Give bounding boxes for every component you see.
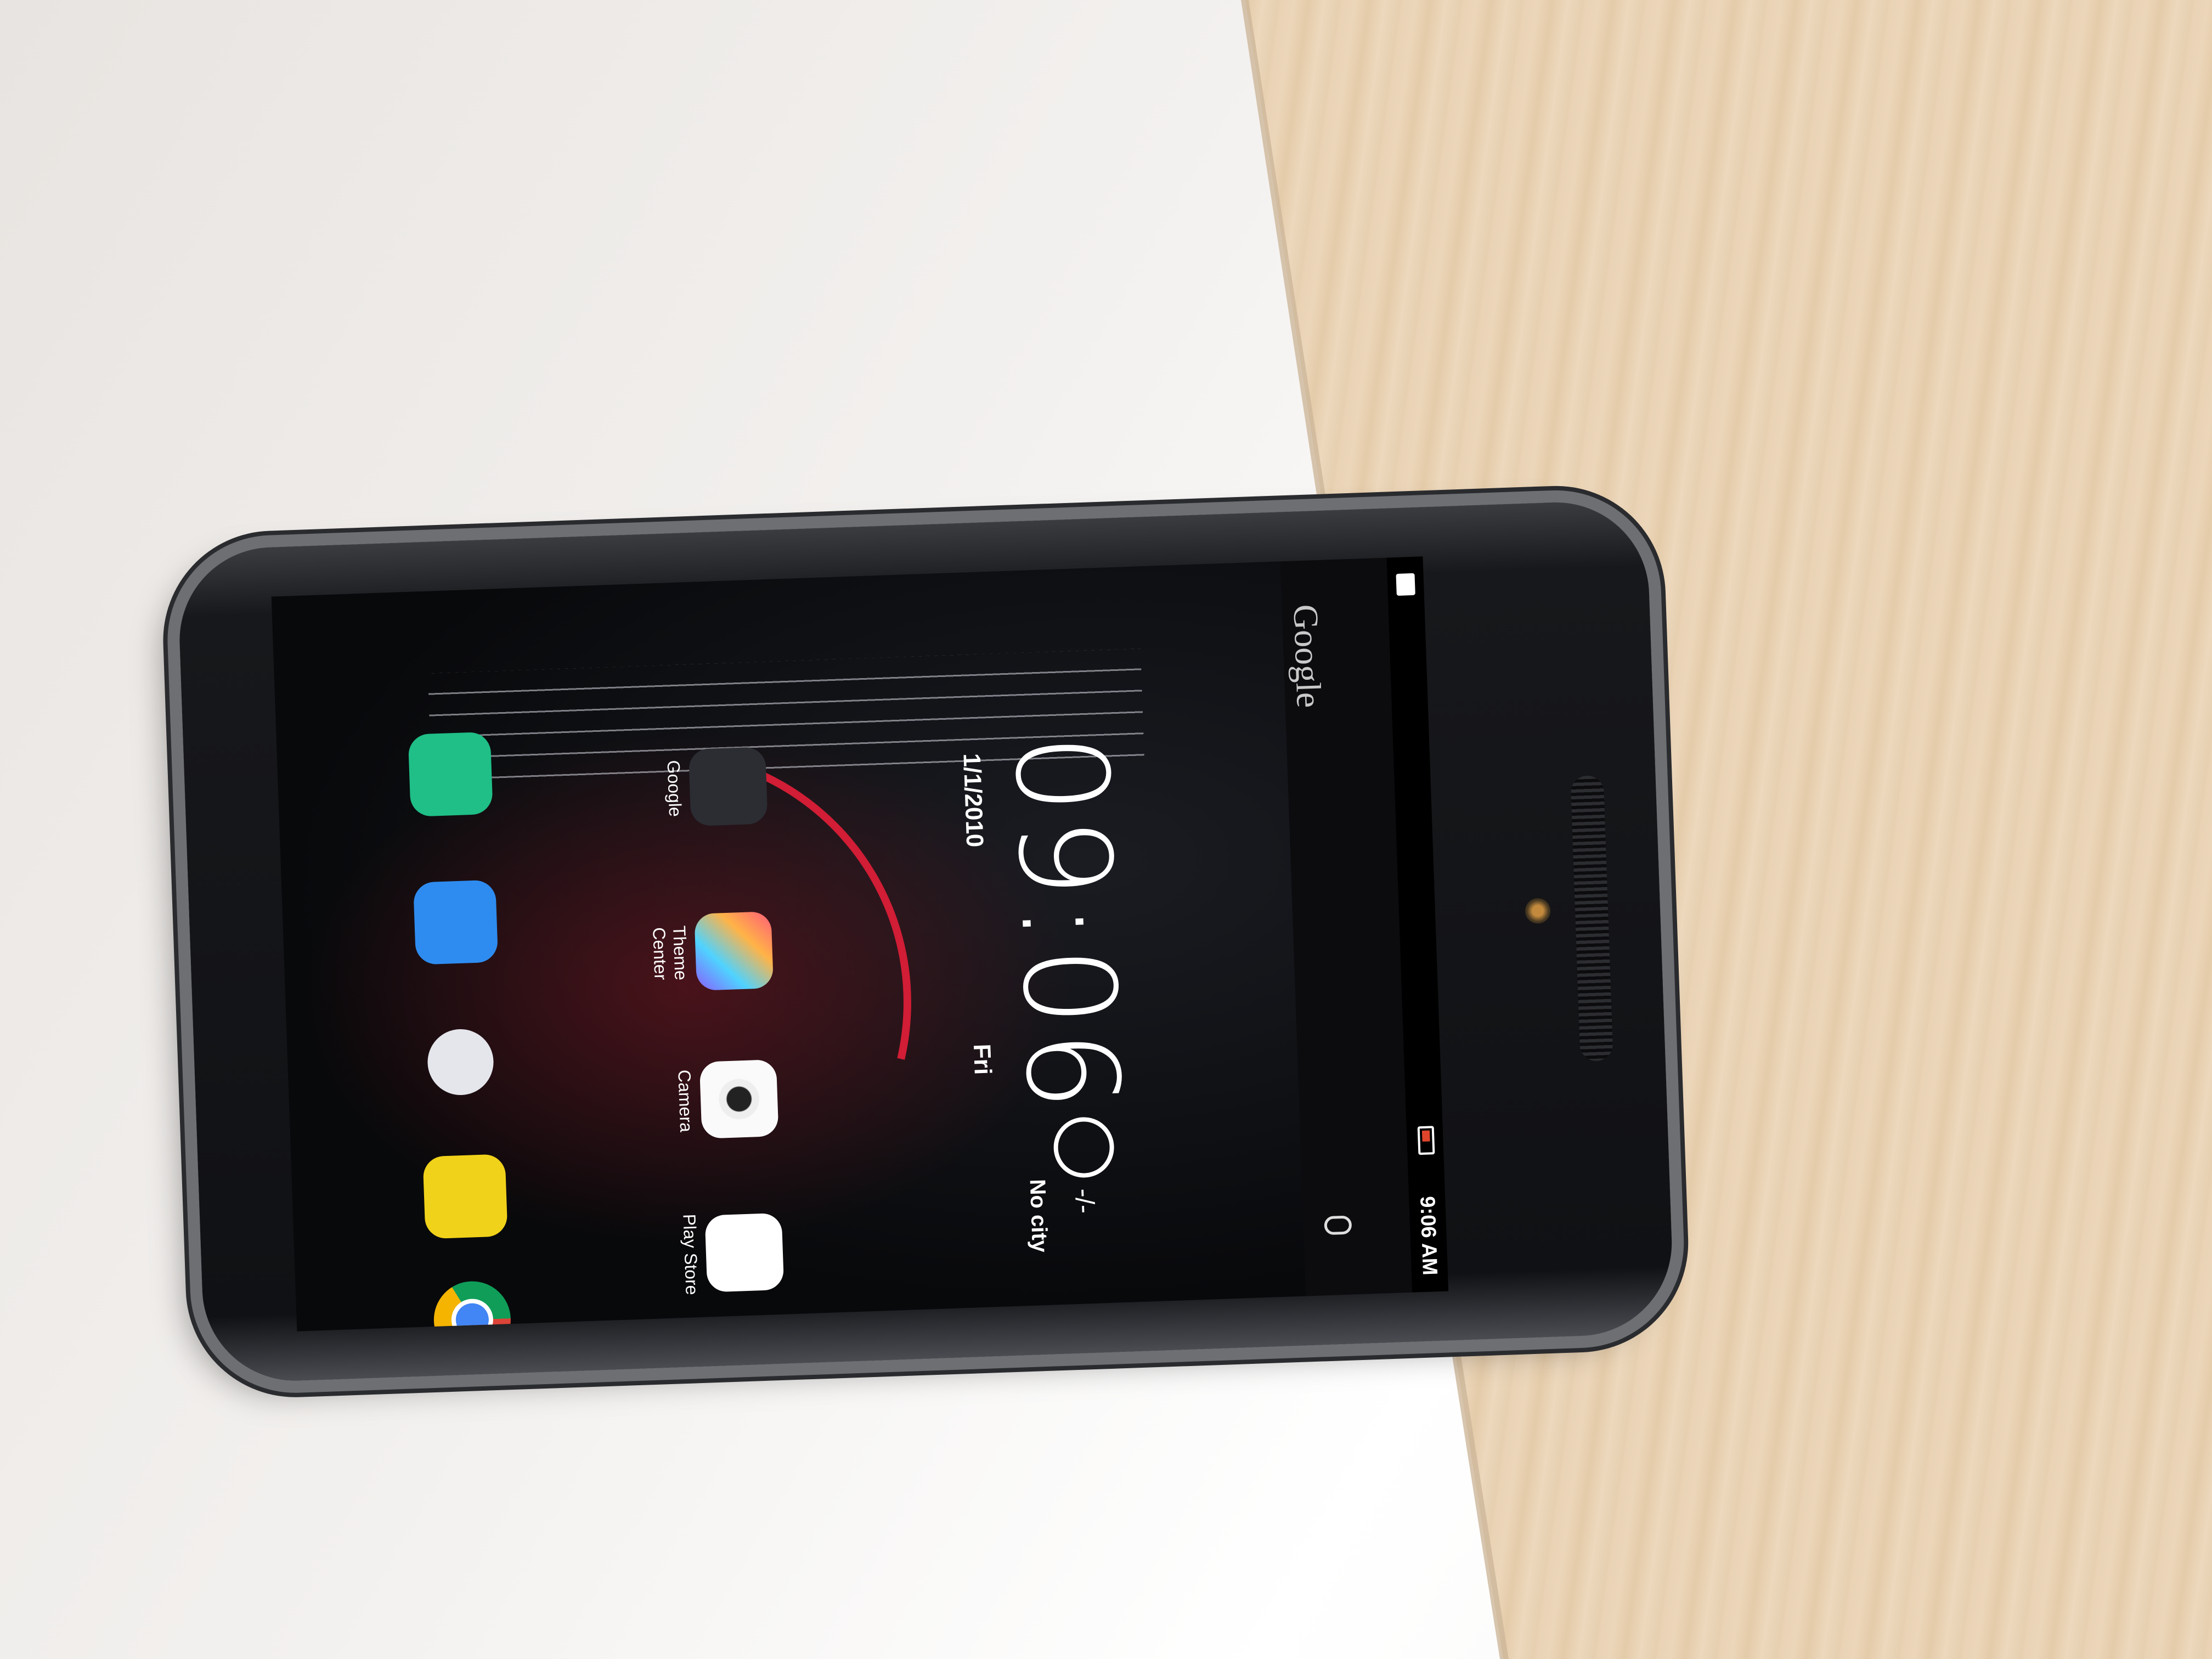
theme-center-icon bbox=[694, 911, 774, 991]
app-dock bbox=[381, 589, 528, 1331]
chrome-icon[interactable] bbox=[432, 1280, 512, 1331]
camera-icon bbox=[699, 1059, 779, 1139]
camera-app[interactable]: Camera bbox=[674, 1057, 779, 1142]
clock-time[interactable]: 09:06 bbox=[986, 731, 1146, 1116]
theme-center-app[interactable]: Theme Center bbox=[648, 909, 774, 995]
weather-temperature: -/- bbox=[1069, 1188, 1099, 1214]
google-logo: Google bbox=[1286, 603, 1329, 709]
contacts-icon[interactable] bbox=[413, 879, 499, 965]
phone-body: 9:06 AM Google 09:06 1/1/2010 Fri -/- No… bbox=[176, 499, 1675, 1384]
phone-wrapper: 9:06 AM Google 09:06 1/1/2010 Fri -/- No… bbox=[176, 499, 2212, 1547]
weather-city: No city bbox=[1025, 1178, 1052, 1253]
earpiece-speaker bbox=[1570, 775, 1613, 1062]
google-folder[interactable]: Google bbox=[663, 744, 768, 830]
phone-screen: 9:06 AM Google 09:06 1/1/2010 Fri -/- No… bbox=[271, 556, 1449, 1331]
sim-card-icon bbox=[1396, 573, 1415, 596]
status-time: 9:06 AM bbox=[1415, 1195, 1442, 1276]
app-drawer-icon[interactable] bbox=[426, 1028, 495, 1097]
play-store-label: Play Store bbox=[679, 1214, 702, 1295]
phone-icon[interactable] bbox=[408, 731, 493, 817]
clock-date: 1/1/2010 bbox=[958, 753, 989, 848]
status-bar: 9:06 AM bbox=[1386, 556, 1449, 1293]
play-store-app[interactable]: Play Store bbox=[679, 1210, 785, 1296]
battery-icon bbox=[1417, 1126, 1435, 1155]
theme-center-label: Theme Center bbox=[649, 925, 691, 981]
google-folder-label: Google bbox=[663, 759, 686, 817]
messages-icon[interactable] bbox=[422, 1154, 508, 1239]
clock-day: Fri bbox=[968, 1043, 996, 1075]
front-camera-icon bbox=[1525, 898, 1551, 924]
play-store-icon bbox=[704, 1212, 785, 1293]
camera-label: Camera bbox=[674, 1069, 697, 1133]
microphone-icon[interactable] bbox=[1324, 1215, 1352, 1235]
google-folder-icon bbox=[688, 747, 768, 827]
